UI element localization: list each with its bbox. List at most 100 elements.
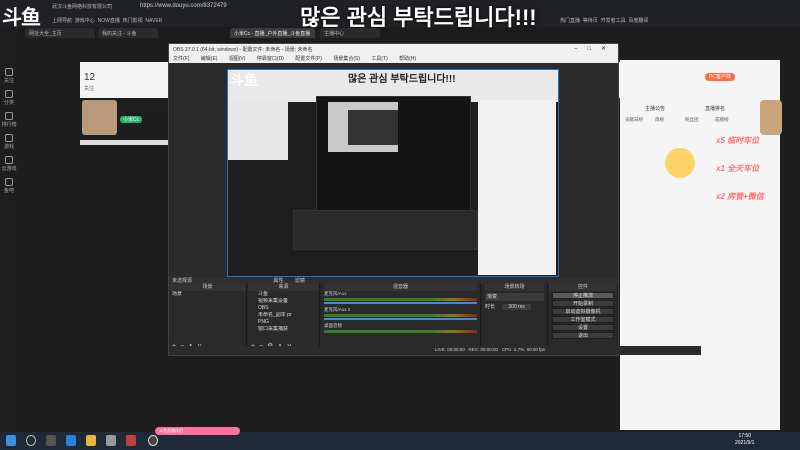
sources-dock-title: 来源 bbox=[248, 284, 319, 291]
browser-tab[interactable]: 我的关注 - 斗鱼 bbox=[98, 28, 158, 38]
desktop: 12 关注 27号回中国，还 小米Cc PC客户端 主播公告 直播排名 贡献日榜… bbox=[0, 0, 800, 450]
site-title: 武汉斗鱼网络科技有限公司 bbox=[52, 4, 113, 10]
source-item[interactable]: 视频采集设备 bbox=[248, 298, 319, 305]
heart-icon bbox=[5, 68, 13, 76]
sidebar-item-rank[interactable]: 排行榜 bbox=[0, 110, 18, 132]
sidebar-label: 游戏 bbox=[3, 144, 14, 150]
browser-tab[interactable]: 主播中心 bbox=[320, 28, 380, 38]
bookmark[interactable]: 等待页 bbox=[583, 18, 598, 24]
menu-help[interactable]: 帮助(H) bbox=[399, 56, 416, 62]
mixer-channel-name: 桌面音频 bbox=[324, 323, 342, 328]
live-badge[interactable]: 斗鱼直播伴侣 bbox=[155, 427, 240, 435]
app-icon[interactable] bbox=[126, 435, 136, 446]
obs-preview[interactable]: 斗鱼 많은 관심 부탁드립니다!!! bbox=[227, 69, 559, 277]
sidebar-label: 排行榜 bbox=[1, 122, 17, 128]
cpu-fps: CPU: 2.7%, 60.00 fps bbox=[501, 347, 546, 352]
danmaku-line: x5 临时车位 bbox=[716, 136, 760, 145]
scenes-dock: 场景 场景 +−∧∨ bbox=[169, 284, 247, 354]
bookmark[interactable]: 游戏中心 bbox=[75, 18, 95, 24]
source-item[interactable]: OBS bbox=[248, 305, 319, 312]
task-view-icon[interactable] bbox=[46, 435, 56, 446]
transition-select[interactable]: 渐变 bbox=[485, 293, 544, 301]
side-tab-rank[interactable]: 直播排名 bbox=[705, 105, 725, 112]
sidebar-label: 云游戏 bbox=[1, 166, 17, 172]
stop-streaming-button[interactable]: 停止推流 bbox=[552, 292, 614, 299]
app-icon[interactable] bbox=[106, 435, 116, 446]
edge-icon[interactable] bbox=[66, 435, 76, 446]
rank-week[interactable]: 周榜 bbox=[655, 117, 664, 123]
bookmark[interactable]: 上网导航 bbox=[52, 18, 72, 24]
decoration-figure bbox=[760, 100, 782, 135]
rank-day[interactable]: 贡献日榜 bbox=[625, 117, 643, 123]
virtual-camera-button[interactable]: 启动虚拟摄像机 bbox=[552, 308, 614, 315]
bookmark[interactable]: 热门影视 bbox=[123, 18, 143, 24]
rec-time: REC: 00:00:00 bbox=[468, 347, 499, 352]
obs-statusbar: LIVE: 00:00:00 REC: 00:00:00 CPU: 2.7%, … bbox=[169, 346, 701, 355]
nested-docks bbox=[293, 210, 478, 250]
bookmark[interactable]: 热门直播 bbox=[560, 18, 580, 24]
source-item[interactable]: 窗口采集捕获 bbox=[248, 326, 319, 333]
browser-tab[interactable]: 网址大全_主页 bbox=[25, 28, 95, 38]
browser-tab-active[interactable]: 小米Cc - 直播_户外直播_斗鱼直播 bbox=[230, 28, 315, 38]
mascot-sticker bbox=[665, 148, 695, 178]
bookmark[interactable]: 百度翻译 bbox=[628, 18, 648, 24]
volume-slider[interactable] bbox=[324, 318, 477, 320]
sidebar-item-fishbar[interactable]: 鱼吧 bbox=[0, 176, 18, 198]
streamer-tag[interactable]: 小米Cc bbox=[120, 116, 143, 123]
scene-item[interactable]: 场景 bbox=[169, 291, 246, 298]
controls-dock-title: 控件 bbox=[549, 284, 617, 291]
sidebar-item-cloudgame[interactable]: 云游戏 bbox=[0, 154, 18, 176]
source-item[interactable]: PNG bbox=[248, 319, 319, 326]
preview-overlay-title: 많은 관심 부탁드립니다!!! bbox=[348, 74, 456, 85]
menu-file[interactable]: 文件(F) bbox=[173, 56, 189, 62]
sidebar-label: 分类 bbox=[3, 100, 14, 106]
exit-button[interactable]: 退出 bbox=[552, 332, 614, 339]
sidebar-item-games[interactable]: 游戏 bbox=[0, 132, 18, 154]
pc-client-button[interactable]: PC客户端 bbox=[705, 73, 735, 81]
clock-date: 2021/9/1 bbox=[735, 440, 755, 446]
side-tab-notice[interactable]: 主播公告 bbox=[645, 105, 665, 112]
mixer-dock: 混音器 麦克风/Aux 麦克风/Aux 2 桌面音频 bbox=[321, 284, 481, 354]
bookmark[interactable]: NOW直播 bbox=[98, 18, 120, 24]
mixer-channel-name: 麦克风/Aux 2 bbox=[324, 307, 351, 312]
bookmark[interactable]: NAVER bbox=[145, 18, 162, 24]
volume-slider[interactable] bbox=[324, 302, 477, 304]
menu-tools[interactable]: 工具(T) bbox=[371, 56, 387, 62]
source-item[interactable]: 未命名_副本 pr bbox=[248, 312, 319, 319]
rank-fans[interactable]: 粉丝团 bbox=[685, 117, 699, 123]
menu-scene-collection[interactable]: 场景集合(S) bbox=[333, 56, 360, 62]
folder-icon[interactable] bbox=[86, 435, 96, 446]
address-bar[interactable]: https://www.douyu.com/8372479 bbox=[140, 3, 227, 9]
sidebar-item-follow[interactable]: 关注 bbox=[0, 66, 18, 88]
obs-window[interactable]: OBS 27.0.1 (64-bit, windows) - 配置文件: 未命名… bbox=[168, 43, 701, 356]
mixer-channel-name: 麦克风/Aux bbox=[324, 291, 347, 296]
grid-icon bbox=[5, 90, 13, 98]
window-controls[interactable]: –□✕ bbox=[574, 45, 616, 52]
system-clock[interactable]: 17:50 2021/9/1 bbox=[735, 433, 754, 447]
menu-view[interactable]: 视图(V) bbox=[229, 56, 246, 62]
bookmark[interactable]: 开发者工具 bbox=[601, 18, 626, 24]
start-recording-button[interactable]: 开始录制 bbox=[552, 300, 614, 307]
sidebar-item-category[interactable]: 分类 bbox=[0, 88, 18, 110]
menu-profile[interactable]: 配置文件(P) bbox=[295, 56, 322, 62]
menu-edit[interactable]: 编辑(E) bbox=[201, 56, 218, 62]
transitions-dock-title: 场景转场 bbox=[485, 284, 544, 291]
preview-left-panel bbox=[228, 100, 288, 160]
streamer-avatar[interactable] bbox=[82, 100, 117, 135]
search-icon[interactable] bbox=[26, 435, 36, 446]
follow-label[interactable]: 关注 bbox=[84, 85, 94, 92]
douyu-logo: 斗鱼 bbox=[2, 5, 41, 29]
trophy-icon bbox=[5, 112, 13, 120]
volume-meter bbox=[324, 314, 477, 317]
source-item[interactable]: 斗鱼 bbox=[248, 291, 319, 298]
obs-icon[interactable] bbox=[148, 435, 158, 446]
rank-score[interactable]: 成绩榜 bbox=[715, 117, 729, 123]
windows-start-icon[interactable] bbox=[6, 435, 16, 446]
duration-input[interactable]: 300 ms bbox=[502, 304, 531, 310]
settings-button[interactable]: 设置 bbox=[552, 324, 614, 331]
windows-taskbar bbox=[0, 432, 800, 450]
volume-meter bbox=[324, 330, 477, 333]
obs-titlebar[interactable]: OBS 27.0.1 (64-bit, windows) - 配置文件: 未命名… bbox=[169, 44, 618, 54]
menu-docks[interactable]: 停靠窗口(D) bbox=[257, 56, 284, 62]
studio-mode-button[interactable]: 工作室模式 bbox=[552, 316, 614, 323]
